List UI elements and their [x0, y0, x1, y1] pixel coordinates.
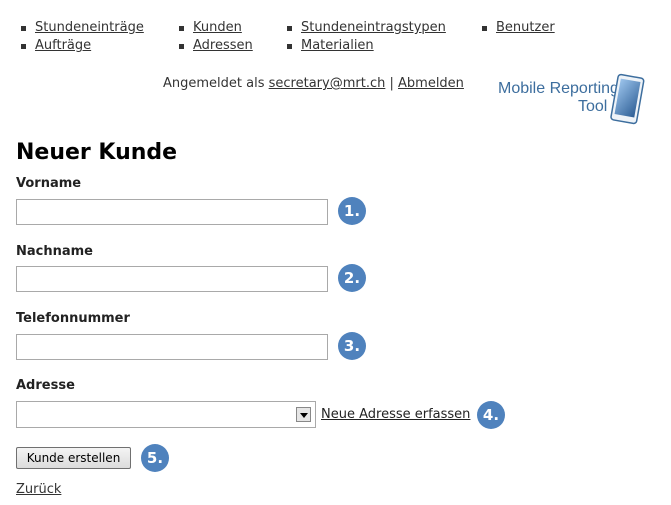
- login-prefix: Angemeldet als: [163, 76, 265, 91]
- bullet-icon: [287, 26, 292, 31]
- bullet-icon: [287, 44, 292, 49]
- app-logo: Mobile Reporting Tool: [498, 72, 648, 130]
- bullet-icon: [21, 26, 26, 31]
- login-separator: |: [389, 76, 394, 91]
- nav-item-kunden[interactable]: Kunden: [179, 20, 242, 36]
- logout-link[interactable]: Abmelden: [398, 76, 464, 91]
- bullet-icon: [21, 44, 26, 49]
- step-badge-5: 5.: [141, 444, 169, 472]
- user-link[interactable]: secretary@mrt.ch: [269, 76, 386, 91]
- page-title: Neuer Kunde: [16, 140, 178, 165]
- nav-item-adressen[interactable]: Adressen: [179, 38, 253, 54]
- create-customer-button[interactable]: Kunde erstellen: [16, 447, 131, 469]
- nav-item-label: Aufträge: [35, 38, 92, 53]
- back-link[interactable]: Zurück: [16, 482, 61, 497]
- logo-text-line1: Mobile Reporting: [498, 80, 619, 97]
- dropdown-arrow-icon[interactable]: [296, 407, 311, 422]
- address-label: Adresse: [16, 378, 75, 393]
- nav-item-label: Kunden: [193, 20, 242, 35]
- nav-item-benutzer[interactable]: Benutzer: [482, 20, 555, 36]
- nav-item-label: Stundeneintragstypen: [301, 20, 446, 35]
- step-badge-1: 1.: [338, 197, 366, 225]
- logo-text-line2: Tool: [578, 98, 608, 115]
- nav-item-materialien[interactable]: Materialien: [287, 38, 374, 54]
- login-bar: Angemeldet als secretary@mrt.ch | Abmeld…: [163, 76, 464, 91]
- bullet-icon: [179, 26, 184, 31]
- firstname-input[interactable]: [16, 199, 328, 225]
- address-select[interactable]: [16, 401, 316, 428]
- firstname-label: Vorname: [16, 176, 82, 191]
- nav-item-stundeneintraege[interactable]: Stundeneinträge: [21, 20, 144, 36]
- bullet-icon: [482, 26, 487, 31]
- nav-item-stundeneintragstypen[interactable]: Stundeneintragstypen: [287, 20, 446, 36]
- new-address-link[interactable]: Neue Adresse erfassen: [321, 407, 470, 422]
- step-badge-4: 4.: [477, 401, 505, 429]
- nav-item-label: Stundeneinträge: [35, 20, 144, 35]
- step-badge-2: 2.: [338, 264, 366, 292]
- lastname-label: Nachname: [16, 244, 94, 259]
- tablet-icon: [610, 73, 645, 125]
- lastname-input[interactable]: [16, 266, 328, 292]
- nav-item-label: Adressen: [193, 38, 253, 53]
- nav-item-label: Benutzer: [496, 20, 555, 35]
- nav-item-auftraege[interactable]: Aufträge: [21, 38, 92, 54]
- phone-label: Telefonnummer: [16, 311, 130, 326]
- nav-item-label: Materialien: [301, 38, 374, 53]
- phone-input[interactable]: [16, 334, 328, 360]
- step-badge-3: 3.: [338, 332, 366, 360]
- bullet-icon: [179, 44, 184, 49]
